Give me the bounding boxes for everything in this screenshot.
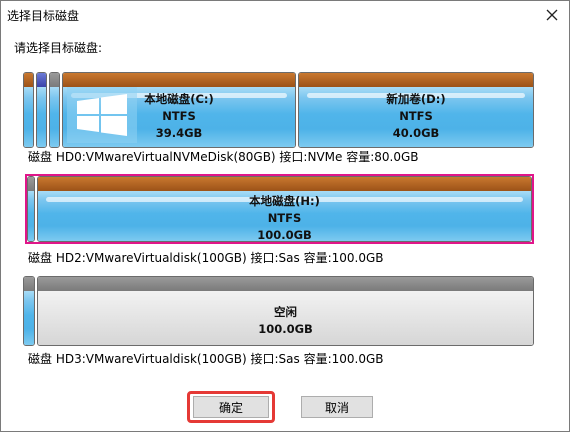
partition-name: 空闲 [274,305,297,319]
disk-info: 磁盘 HD3:VMwareVirtualdisk(100GB) 接口:Sas 容… [28,352,384,366]
partition-size: 39.4GB [155,126,203,140]
close-icon [546,9,558,21]
partition-free[interactable]: 空闲 100.0GB [37,276,534,346]
partition-c[interactable]: 本地磁盘(C:) NTFS 39.4GB [62,72,296,148]
window-title: 选择目标磁盘 [7,9,80,23]
cancel-button[interactable]: 取消 [301,396,373,418]
partition-size: 100.0GB [258,322,313,336]
disk-info: 磁盘 HD2:VMwareVirtualdisk(100GB) 接口:Sas 容… [28,251,384,265]
dialog-window: 选择目标磁盘 请选择目标磁盘: 本地磁盘(C:) NTFS 39.4GB 新加卷… [0,0,570,432]
selection-highlight [25,174,534,244]
partition-name: 新加卷(D:) [386,92,446,106]
small-partition[interactable] [23,276,35,346]
ok-button[interactable]: 确定 [193,396,269,418]
partition-fs: NTFS [162,109,196,123]
partition-size: 40.0GB [392,126,440,140]
partition-d[interactable]: 新加卷(D:) NTFS 40.0GB [298,72,534,148]
partition-fs: NTFS [399,109,433,123]
close-button[interactable] [541,4,563,26]
disk-hd3[interactable]: 空闲 100.0GB [23,276,534,346]
small-partition[interactable] [49,72,60,148]
small-partition[interactable] [36,72,47,148]
disk-hd0[interactable]: 本地磁盘(C:) NTFS 39.4GB 新加卷(D:) NTFS 40.0GB [23,72,534,148]
disk-info: 磁盘 HD0:VMwareVirtualNVMeDisk(80GB) 接口:NV… [28,150,419,164]
title-bar: 选择目标磁盘 [1,1,569,29]
partition-name: 本地磁盘(C:) [144,92,214,106]
small-partition[interactable] [23,72,34,148]
prompt-text: 请选择目标磁盘: [14,41,103,55]
